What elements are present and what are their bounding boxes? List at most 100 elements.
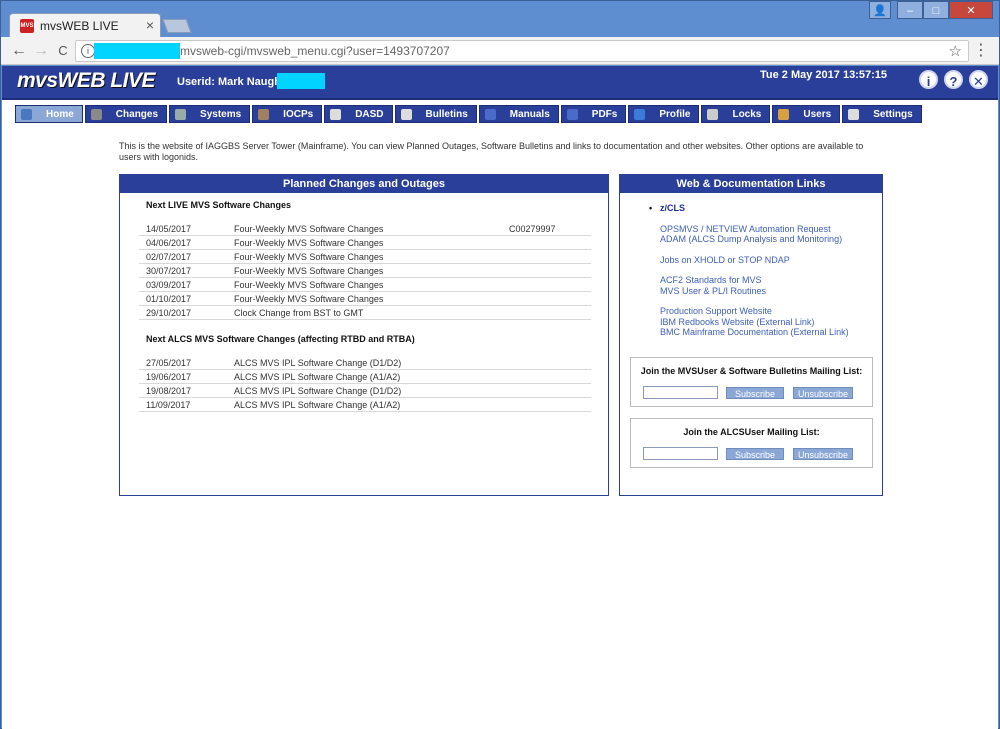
alcs-changes-table: 27/05/2017 ALCS MVS IPL Software Change (… — [139, 356, 591, 412]
change-description: ALCS MVS IPL Software Change (D1/D2) — [234, 358, 402, 368]
table-row: 04/06/2017 Four-Weekly MVS Software Chang… — [139, 236, 591, 250]
nav-label: Changes — [115, 108, 159, 120]
nav-home[interactable]: Home — [15, 105, 83, 123]
tab-close-icon[interactable]: × — [146, 17, 154, 33]
help-icon[interactable]: ? — [944, 70, 963, 89]
doc-link[interactable]: BMC Mainframe Documentation (External Li… — [660, 327, 849, 338]
manuals-icon — [484, 108, 496, 120]
reload-button[interactable]: C — [53, 41, 73, 61]
browser-tab[interactable]: MVS mvsWEB LIVE × — [9, 13, 161, 37]
table-row: 29/10/2017 Clock Change from BST to GMT — [139, 306, 591, 320]
users-icon — [778, 108, 790, 120]
forward-button[interactable]: → — [31, 41, 51, 61]
favicon-icon: MVS — [20, 19, 34, 33]
bookmark-star-icon[interactable]: ☆ — [949, 42, 962, 60]
table-row: 19/06/2017 ALCS MVS IPL Software Change (… — [139, 370, 591, 384]
change-date: 03/09/2017 — [146, 280, 192, 290]
changes-icon — [90, 108, 102, 120]
nav-label: PDFs — [591, 108, 618, 120]
browser-window: MVS mvsWEB LIVE × 👤 – □ ✕ ← → C i mvsweb… — [0, 0, 1000, 729]
change-date: 04/06/2017 — [146, 238, 192, 248]
new-tab-button[interactable] — [162, 19, 192, 33]
dasd-icon — [330, 108, 342, 120]
intro-text: This is the website of IAGGBS Server Tow… — [119, 141, 864, 162]
links-list: z/CLS OPSMVS / NETVIEW Automation Request… — [648, 203, 849, 338]
change-description: Four-Weekly MVS Software Changes — [234, 294, 384, 304]
redacted-host — [94, 43, 180, 59]
minimize-button[interactable]: – — [897, 1, 923, 19]
page-content: mvsWEB LIVE Userid: Mark Naughton Tue 2 … — [2, 66, 998, 729]
locks-icon — [707, 108, 719, 120]
mailing-list-title: Join the MVSUser & Software Bulletins Ma… — [640, 366, 863, 376]
app-header: mvsWEB LIVE Userid: Mark Naughton Tue 2 … — [2, 66, 998, 100]
doc-link[interactable]: Production Support Website — [660, 306, 849, 317]
table-row: 02/07/2017 Four-Weekly MVS Software Chang… — [139, 250, 591, 264]
table-row: 03/09/2017 Four-Weekly MVS Software Chang… — [139, 278, 591, 292]
profile-icon — [634, 108, 646, 120]
table-row: 30/07/2017 Four-Weekly MVS Software Chang… — [139, 264, 591, 278]
change-date: 19/06/2017 — [146, 372, 192, 382]
change-date: 11/09/2017 — [146, 400, 191, 410]
subscribe-button[interactable]: Subscribe — [726, 387, 784, 399]
subscribe-button[interactable]: Subscribe — [726, 448, 784, 460]
change-description: ALCS MVS IPL Software Change (A1/A2) — [234, 400, 401, 410]
table-row: 19/08/2017 ALCS MVS IPL Software Change (… — [139, 384, 591, 398]
nav-users[interactable]: Users — [772, 105, 841, 123]
mvs-changes-table: 14/05/2017 Four-Weekly MVS Software Chang… — [139, 222, 591, 320]
change-description: Four-Weekly MVS Software Changes — [234, 266, 384, 276]
nav-iocps[interactable]: IOCPs — [252, 105, 323, 123]
doc-link[interactable]: IBM Redbooks Website (External Link) — [660, 317, 849, 328]
info-icon[interactable]: i — [919, 70, 938, 89]
nav-label: Home — [46, 108, 74, 120]
link-spacer — [648, 214, 849, 224]
table-row: 27/05/2017 ALCS MVS IPL Software Change (… — [139, 356, 591, 370]
url-text[interactable]: mvsweb-cgi/mvsweb_menu.cgi?user=14937072… — [180, 44, 450, 58]
datetime: Tue 2 May 2017 13:57:15 — [760, 69, 887, 81]
iocps-icon — [258, 108, 270, 120]
info-icon[interactable]: i — [81, 44, 95, 58]
planned-changes-title: Planned Changes and Outages — [120, 175, 608, 193]
change-description: ALCS MVS IPL Software Change (D1/D2) — [234, 386, 402, 396]
nav-manuals[interactable]: Manuals — [478, 105, 559, 123]
nav-dasd[interactable]: DASD — [324, 105, 393, 123]
email-field[interactable] — [643, 447, 718, 460]
pdfs-icon — [566, 108, 578, 120]
change-description: ALCS MVS IPL Software Change (A1/A2) — [234, 372, 401, 382]
systems-icon — [175, 108, 187, 120]
nav-settings[interactable]: Settings — [842, 105, 922, 123]
browser-menu-icon[interactable]: ⋮ — [973, 41, 989, 61]
nav-label: Locks — [732, 108, 762, 120]
close-icon[interactable]: ✕ — [969, 70, 988, 89]
doc-link[interactable]: ADAM (ALCS Dump Analysis and Monitoring) — [660, 234, 849, 245]
back-button[interactable]: ← — [9, 41, 29, 61]
bulletins-icon — [400, 108, 412, 120]
doc-link[interactable]: z/CLS — [649, 203, 849, 214]
change-reference: C00279997 — [509, 224, 556, 234]
settings-icon — [848, 108, 860, 120]
nav-locks[interactable]: Locks — [701, 105, 771, 123]
close-window-button[interactable]: ✕ — [949, 1, 993, 19]
maximize-button[interactable]: □ — [923, 1, 949, 19]
nav-changes[interactable]: Changes — [84, 105, 168, 123]
home-icon — [21, 108, 32, 120]
links-title: Web & Documentation Links — [620, 175, 882, 193]
title-bar: MVS mvsWEB LIVE × 👤 – □ ✕ — [1, 1, 999, 37]
profile-button[interactable]: 👤 — [869, 1, 891, 19]
doc-link[interactable]: OPSMVS / NETVIEW Automation Request — [660, 224, 849, 235]
alcs-changes-heading: Next ALCS MVS Software Changes (affectin… — [146, 334, 415, 344]
doc-link[interactable]: ACF2 Standards for MVS — [660, 275, 849, 286]
doc-link[interactable]: Jobs on XHOLD or STOP NDAP — [660, 255, 849, 266]
change-date: 02/07/2017 — [146, 252, 192, 262]
doc-link[interactable]: MVS User & PL/I Routines — [660, 286, 849, 297]
unsubscribe-button[interactable]: Unsubscribe — [793, 387, 853, 399]
link-spacer — [648, 296, 849, 306]
email-field[interactable] — [643, 386, 718, 399]
change-date: 14/05/2017 — [146, 224, 192, 234]
nav-systems[interactable]: Systems — [169, 105, 251, 123]
nav-pdfs[interactable]: PDFs — [560, 105, 627, 123]
address-bar[interactable]: i mvsweb-cgi/mvsweb_menu.cgi?user=149370… — [75, 40, 969, 62]
unsubscribe-button[interactable]: Unsubscribe — [793, 448, 853, 460]
nav-profile[interactable]: Profile — [628, 105, 700, 123]
change-date: 30/07/2017 — [146, 266, 192, 276]
nav-bulletins[interactable]: Bulletins — [394, 105, 477, 123]
